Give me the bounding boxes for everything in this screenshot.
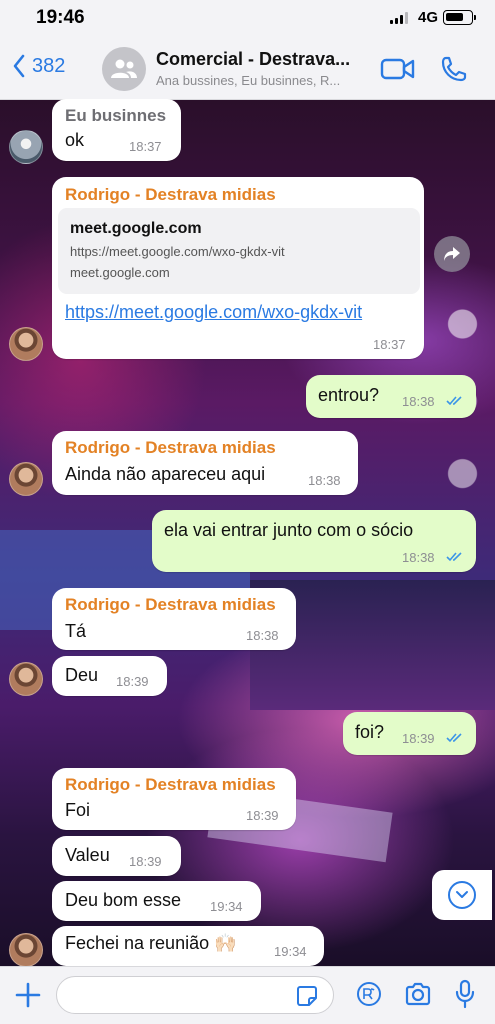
chat-participants[interactable]: Ana bussines, Eu businnes, R... (156, 73, 370, 88)
signal-strength-icon (390, 12, 408, 24)
message-bubble-incoming[interactable]: Rodrigo - Destrava midias Foi 18:39 (52, 768, 296, 830)
camera-icon[interactable] (404, 982, 432, 1006)
plus-icon[interactable] (14, 981, 42, 1009)
message-bubble-outgoing[interactable]: foi? 18:39 (343, 712, 476, 755)
message-time: 18:38 (308, 473, 341, 488)
message-bubble-incoming[interactable]: Valeu 18:39 (52, 836, 181, 876)
share-button[interactable] (434, 236, 470, 272)
scroll-to-bottom-button[interactable] (432, 870, 492, 920)
group-avatar[interactable] (102, 47, 146, 91)
avatar[interactable] (9, 933, 43, 967)
avatar[interactable] (9, 130, 43, 164)
message-time: 18:39 (402, 731, 435, 746)
message-time: 19:34 (274, 944, 307, 959)
message-time: 18:38 (246, 628, 279, 643)
message-bubble-incoming[interactable]: Rodrigo - Destrava midias Ainda não apar… (52, 431, 358, 495)
message-time: 18:38 (402, 550, 435, 565)
link-preview-title: meet.google.com (70, 220, 202, 237)
message-link[interactable]: https://meet.google.com/wxo-gkdx-vit (65, 299, 395, 325)
message-sender: Rodrigo - Destrava midias (65, 438, 276, 457)
link-preview-url: https://meet.google.com/wxo-gkdx-vit (70, 244, 285, 259)
back-button[interactable]: 382 (12, 54, 65, 78)
message-bubble-incoming[interactable]: Deu 18:39 (52, 656, 167, 696)
link-preview-domain: meet.google.com (70, 265, 170, 280)
message-bubble-outgoing[interactable]: ela vai entrar junto com o sócio 18:38 (152, 510, 476, 572)
link-preview[interactable]: meet.google.com https://meet.google.com/… (58, 208, 420, 294)
message-text: Deu bom esse (65, 890, 182, 910)
chevron-left-icon (13, 54, 25, 78)
message-bubble-incoming[interactable]: Eu businnes ok 18:37 (52, 99, 181, 161)
message-text: Fechei na reunião 🙌🏻 (65, 933, 237, 953)
network-type: 4G (418, 9, 439, 26)
message-text: entrou? (318, 385, 380, 405)
pix-icon[interactable] (356, 981, 382, 1007)
avatar[interactable] (9, 462, 43, 496)
message-bubble-incoming[interactable]: Rodrigo - Destrava midias meet.google.co… (52, 177, 424, 359)
message-text: Valeu (65, 845, 110, 865)
message-text: foi? (355, 722, 385, 742)
video-camera-icon[interactable] (380, 56, 416, 82)
group-avatar-icon (111, 59, 137, 78)
read-ticks-icon (446, 733, 462, 743)
message-text: Deu (65, 665, 99, 685)
avatar[interactable] (9, 662, 43, 696)
message-text: ela vai entrar junto com o sócio (164, 520, 414, 540)
message-text: Foi (65, 800, 91, 820)
message-sender: Rodrigo - Destrava midias (65, 595, 276, 614)
sticker-icon[interactable] (296, 985, 318, 1007)
microphone-icon[interactable] (455, 979, 475, 1009)
message-sender: Eu businnes (65, 106, 167, 125)
message-bubble-incoming[interactable]: Fechei na reunião 🙌🏻 19:34 (52, 926, 324, 966)
message-sender: Rodrigo - Destrava midias (65, 185, 276, 204)
message-time: 18:37 (373, 337, 406, 352)
message-time: 18:37 (129, 139, 162, 154)
message-time: 19:34 (210, 899, 243, 914)
status-time: 19:46 (36, 7, 85, 28)
message-text: ok (65, 130, 85, 150)
message-bubble-outgoing[interactable]: entrou? 18:38 (306, 375, 476, 418)
chat-header: 382 Comercial - Destrava... Ana bussines… (0, 38, 495, 100)
status-bar: 19:46 4G (0, 0, 495, 38)
message-bubble-incoming[interactable]: Rodrigo - Destrava midias Tá 18:38 (52, 588, 296, 650)
message-bubble-incoming[interactable]: Deu bom esse 19:34 (52, 881, 261, 921)
message-sender: Rodrigo - Destrava midias (65, 775, 276, 794)
unread-count: 382 (32, 54, 66, 77)
battery-icon (443, 10, 476, 25)
phone-icon[interactable] (440, 55, 468, 83)
chat-title[interactable]: Comercial - Destrava... (156, 49, 370, 70)
message-time: 18:38 (402, 394, 435, 409)
message-time: 18:39 (129, 854, 162, 869)
message-text: Ainda não apareceu aqui (65, 464, 266, 484)
read-ticks-icon (446, 552, 462, 562)
message-time: 18:39 (246, 808, 279, 823)
message-text: Tá (65, 621, 87, 641)
avatar[interactable] (9, 327, 43, 361)
message-input-bar (0, 966, 495, 1024)
chevron-down-icon (448, 881, 476, 909)
read-ticks-icon (446, 396, 462, 406)
share-icon (444, 247, 460, 261)
message-time: 18:39 (116, 674, 149, 689)
message-input[interactable] (56, 976, 334, 1014)
